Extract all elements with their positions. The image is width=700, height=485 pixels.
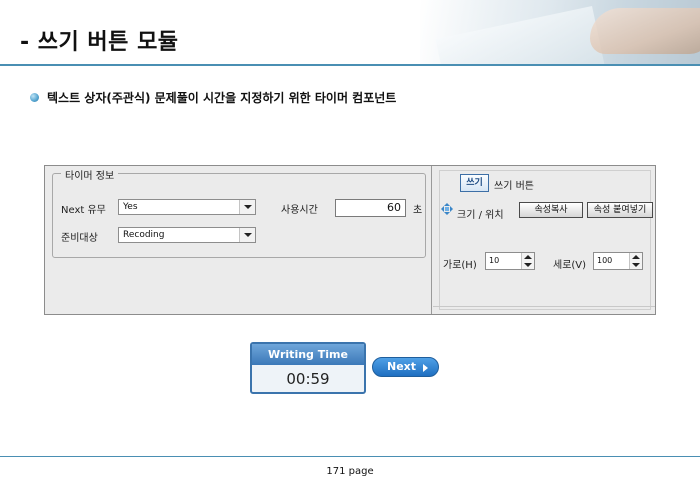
description-text: 텍스트 상자(주관식) 문제풀이 시간을 지정하기 위한 타이머 컴포넌트: [47, 91, 397, 105]
width-spinner[interactable]: 10: [485, 252, 535, 270]
header-divider: [0, 64, 700, 66]
chevron-down-icon[interactable]: [239, 228, 255, 242]
copy-properties-button[interactable]: 속성복사: [519, 202, 583, 218]
write-button-title: 쓰기 버튼: [494, 181, 534, 192]
bullet-icon: [30, 93, 39, 102]
property-panel: 타이머 정보 Next 유무 Yes 준비대상 Recoding 사용시간 60…: [44, 165, 656, 315]
height-spin-buttons[interactable]: [629, 253, 642, 269]
next-option-select[interactable]: Yes: [118, 199, 256, 215]
next-option-label: Next 유무: [61, 205, 106, 216]
next-button-label: Next: [387, 360, 417, 373]
write-button-section: 쓰기 쓰기 버튼 크기 / 위치 속성복사 속성 붙여넣기 가로(H) 10 세…: [433, 166, 655, 314]
timer-info-group: 타이머 정보 Next 유무 Yes 준비대상 Recoding 사용시간 60…: [52, 167, 426, 258]
prep-target-select[interactable]: Recoding: [118, 227, 256, 243]
height-value: 100: [597, 256, 613, 265]
decoration-hand: [590, 8, 700, 54]
next-button[interactable]: Next: [372, 357, 439, 377]
writing-time-widget: Writing Time 00:59: [250, 342, 366, 394]
right-section-divider: [433, 306, 655, 307]
prep-target-label: 준비대상: [61, 233, 98, 244]
next-option-value: Yes: [123, 202, 138, 212]
time-used-label: 사용시간: [281, 205, 318, 216]
page-number: 171 page: [326, 466, 374, 477]
move-arrows-icon: [441, 203, 453, 215]
width-label: 가로(H): [443, 260, 477, 271]
footer-divider: [0, 456, 700, 457]
prep-target-value: Recoding: [123, 230, 165, 240]
decoration-paper: [435, 6, 605, 66]
chevron-down-icon[interactable]: [239, 200, 255, 214]
description-bullet: 텍스트 상자(주관식) 문제풀이 시간을 지정하기 위한 타이머 컴포넌트: [30, 89, 396, 106]
paste-properties-button[interactable]: 속성 붙여넣기: [587, 202, 653, 218]
timer-info-group-title: 타이머 정보: [61, 167, 119, 182]
page-title: - 쓰기 버튼 모듈: [20, 30, 179, 55]
timer-settings-section: 타이머 정보 Next 유무 Yes 준비대상 Recoding 사용시간 60…: [45, 166, 432, 314]
time-unit-label: 초: [413, 205, 423, 216]
size-position-label: 크기 / 위치: [457, 210, 504, 221]
width-value: 10: [489, 256, 500, 265]
height-label: 세로(V): [553, 260, 587, 271]
play-arrow-icon: [423, 364, 428, 372]
height-spinner[interactable]: 100: [593, 252, 643, 270]
width-spin-buttons[interactable]: [521, 253, 534, 269]
write-button-preview[interactable]: 쓰기: [460, 174, 489, 192]
header-decoration-image: [420, 0, 700, 66]
writing-time-title: Writing Time: [252, 344, 364, 365]
writing-time-value: 00:59: [286, 370, 330, 388]
time-used-input[interactable]: 60: [335, 199, 406, 217]
